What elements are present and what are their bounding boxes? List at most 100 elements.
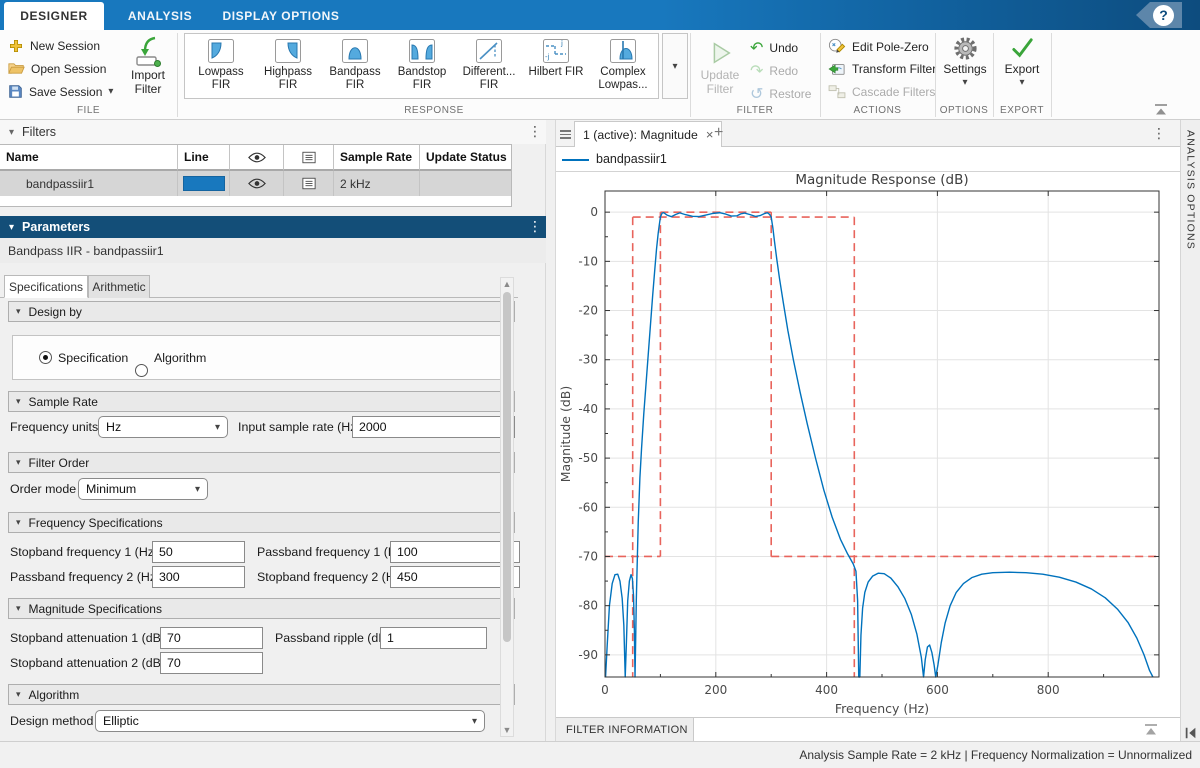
tab-arithmetic[interactable]: Arithmetic [88,275,150,298]
line-color-cell[interactable] [178,171,230,196]
design-by-header[interactable]: ▾ Design by [8,301,515,322]
frequency-specifications-header[interactable]: ▾ Frequency Specifications [8,512,515,533]
open-session-button[interactable]: Open Session [8,61,106,76]
cascade-filters-icon [828,84,846,99]
undo-button[interactable]: ↶ Undo [750,38,798,57]
figure-list-icon[interactable] [560,128,571,141]
filter-order-header[interactable]: ▾ Filter Order [8,452,515,473]
collapse-icon: ▾ [16,517,21,528]
transform-filter-button[interactable]: Transform Filter [828,61,936,77]
edit-pole-zero-button[interactable]: Edit Pole-Zero [828,38,929,55]
new-figure-tab-button[interactable]: + [714,124,723,142]
column-header-line[interactable]: Line [178,145,230,171]
import-filter-button[interactable]: Import Filter [120,36,176,96]
filters-menu-icon[interactable]: ⋮ [528,124,542,140]
cascade-filters-button[interactable]: Cascade Filters [828,84,935,99]
input-sample-rate-label: Input sample rate (Hz) [238,420,361,434]
svg-text:0: 0 [590,205,598,219]
design-method-dropdown[interactable]: Elliptic ▾ [95,710,485,732]
stopband-atten2-label: Stopband attenuation 2 (dB) [10,656,165,670]
filters-panel-header[interactable]: ▾ Filters ⋮ [0,120,546,144]
parameters-menu-icon[interactable]: ⋮ [528,219,542,235]
collapse-parameters-icon: ▾ [9,222,14,233]
scroll-down-icon[interactable]: ▼ [501,724,513,736]
stopband-freq1-field[interactable] [152,541,245,563]
collapse-icon: ▾ [16,603,21,614]
settings-button[interactable]: Settings ▾ [938,35,992,90]
figure-menu-icon[interactable]: ⋮ [1152,126,1166,142]
collapse-filters-icon: ▾ [9,127,14,138]
column-header-sample-rate[interactable]: Sample Rate [334,145,420,171]
update-filter-button[interactable]: Update Filter [696,38,744,96]
update-status-cell[interactable] [420,171,511,196]
order-mode-dropdown[interactable]: Minimum ▾ [78,478,208,500]
order-mode-label: Order mode [10,482,76,496]
restore-button[interactable]: ↺ Restore [750,84,811,103]
filter-information-tab[interactable]: FILTER INFORMATION [556,718,694,741]
magnitude-specifications-header[interactable]: ▾ Magnitude Specifications [8,598,515,619]
figure-tab-magnitude[interactable]: 1 (active): Magnitude × [574,121,722,147]
hilbert-fir-button[interactable]: j-j Hilbert FIR [525,36,587,79]
tab-analysis[interactable]: ANALYSIS [104,2,216,30]
redo-button[interactable]: ↷ Redo [750,61,798,80]
new-session-icon [8,38,24,54]
differentiator-icon [474,36,504,66]
info-cell[interactable] [284,171,334,196]
tab-specifications[interactable]: Specifications [4,275,88,298]
scroll-up-icon[interactable]: ▲ [501,278,513,290]
filter-name-cell[interactable]: bandpassiir1 [0,171,178,196]
input-sample-rate-field[interactable] [352,416,515,438]
frequency-units-dropdown[interactable]: Hz ▾ [98,416,228,438]
svg-text:-50: -50 [578,451,598,465]
radio-algorithm[interactable] [135,364,148,377]
export-button[interactable]: Export ▾ [996,35,1048,90]
svg-text:-60: -60 [578,500,598,514]
visibility-cell[interactable] [230,171,284,196]
complex-lowpass-button[interactable]: ComplexLowpas... [592,36,654,92]
parameters-panel-header[interactable]: ▾ Parameters ⋮ [0,216,546,238]
stopband-atten1-field[interactable] [160,627,263,649]
bandpass-fir-button[interactable]: BandpassFIR [324,36,386,92]
close-tab-icon[interactable]: × [706,127,714,142]
analysis-options-strip[interactable]: ANALYSIS OPTIONS [1180,120,1200,741]
svg-text:0: 0 [601,683,609,697]
svg-text:-j: -j [545,53,550,61]
export-section-label: EXPORT [993,104,1051,118]
file-section-label: FILE [0,104,177,118]
tab-designer[interactable]: DESIGNER [4,2,104,30]
column-header-info[interactable] [284,145,334,171]
help-button[interactable]: ? [1136,2,1182,28]
save-dropdown-icon[interactable]: ▾ [108,86,113,97]
differentiator-fir-button[interactable]: Different...FIR [458,36,520,92]
column-header-name[interactable]: Name [0,145,178,171]
expand-panel-icon[interactable] [1142,722,1160,737]
passband-ripple-field[interactable] [380,627,487,649]
hilbert-icon: j-j [541,36,571,66]
stopband-atten2-field[interactable] [160,652,263,674]
passband-freq2-label: Passband frequency 2 (Hz) [10,570,160,584]
panel-splitter[interactable] [546,120,556,741]
passband-freq2-field[interactable] [152,566,245,588]
radio-specification[interactable] [39,351,52,364]
line-color-swatch[interactable] [183,176,225,191]
scrollbar-thumb[interactable] [503,292,511,642]
new-session-button[interactable]: New Session [8,38,100,54]
highpass-fir-button[interactable]: HighpassFIR [257,36,319,92]
column-header-update-status[interactable]: Update Status [420,145,511,171]
minimize-ribbon-icon[interactable] [1152,102,1170,116]
sample-rate-header[interactable]: ▾ Sample Rate [8,391,515,412]
parameters-scrollbar[interactable]: ▲ ▼ [500,277,514,737]
save-session-button[interactable]: Save Session ▾ [8,84,113,99]
dock-left-icon[interactable] [1184,726,1198,740]
tab-display-options[interactable]: DISPLAY OPTIONS [216,2,346,30]
response-gallery-expand-button[interactable]: ▾ [662,33,688,99]
passband-ripple-label: Passband ripple (dB) [275,631,391,645]
column-header-visibility[interactable] [230,145,284,171]
chevron-down-icon: ▾ [195,484,200,495]
undo-icon: ↶ [750,38,763,57]
transform-filter-icon [828,61,846,77]
lowpass-fir-button[interactable]: LowpassFIR [190,36,252,92]
algorithm-header[interactable]: ▾ Algorithm [8,684,515,705]
bandstop-fir-button[interactable]: BandstopFIR [391,36,453,92]
sample-rate-cell[interactable]: 2 kHz [334,171,420,196]
